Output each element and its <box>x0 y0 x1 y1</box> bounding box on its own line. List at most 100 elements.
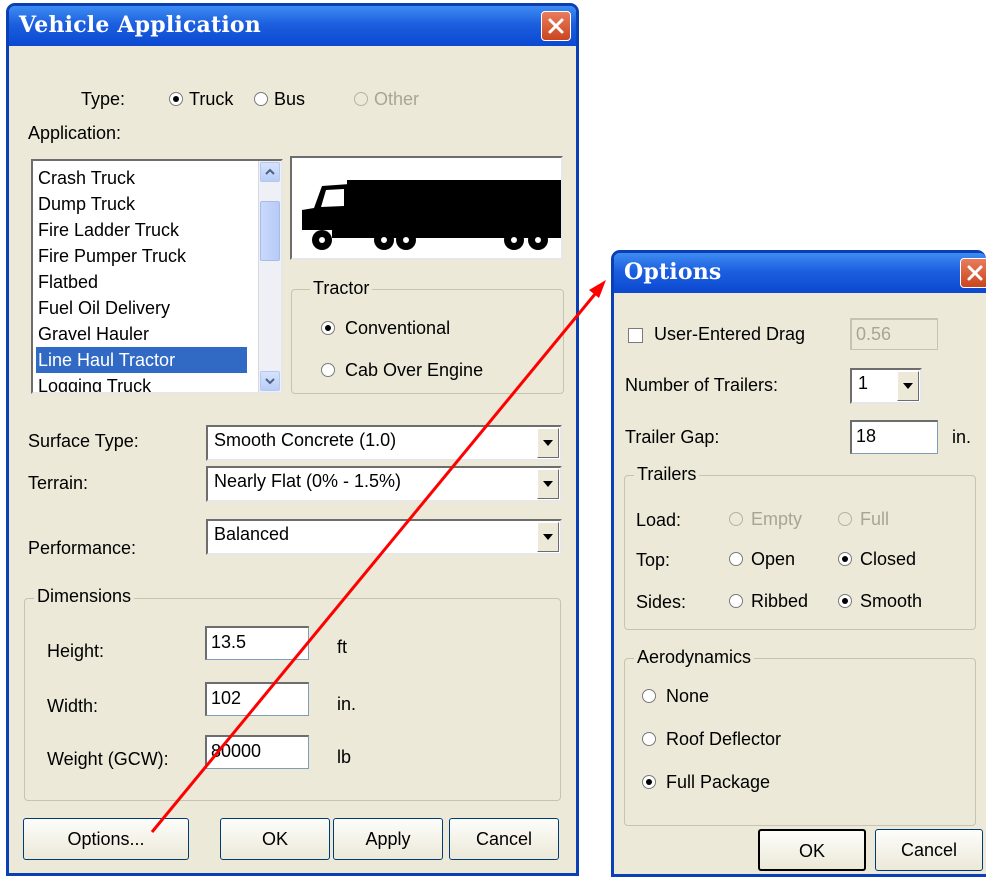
list-item[interactable]: Fire Pumper Truck <box>36 243 186 269</box>
aero-none-label[interactable]: None <box>666 686 709 707</box>
trailer-gap-input[interactable]: 18 <box>850 420 938 454</box>
surface-type-value: Smooth Concrete (1.0) <box>214 430 397 450</box>
load-label: Load: <box>636 510 682 530</box>
type-bus-label[interactable]: Bus <box>274 89 305 110</box>
list-item-selected[interactable]: Line Haul Tractor <box>36 347 247 373</box>
list-item[interactable]: Flatbed <box>36 269 98 295</box>
weight-label: Weight (GCW): <box>47 749 169 769</box>
sides-smooth-label[interactable]: Smooth <box>860 591 922 612</box>
load-full-radio <box>838 512 852 526</box>
performance-value: Balanced <box>214 524 290 544</box>
title-bar[interactable]: Vehicle Application <box>9 6 576 46</box>
list-item[interactable]: Crash Truck <box>36 165 135 191</box>
scroll-down-button[interactable] <box>260 371 280 391</box>
aerodynamics-group-label: Aerodynamics <box>634 647 755 668</box>
dimensions-group-label: Dimensions <box>34 586 135 607</box>
number-of-trailers-value: 1 <box>858 373 869 393</box>
vehicle-preview-image <box>290 156 563 260</box>
tractor-conventional-radio[interactable] <box>321 321 335 335</box>
type-truck-label[interactable]: Truck <box>189 89 233 110</box>
list-item[interactable]: Dump Truck <box>36 191 135 217</box>
close-icon <box>548 18 564 34</box>
top-open-label[interactable]: Open <box>751 549 795 570</box>
number-of-trailers-select[interactable]: 1 <box>850 368 922 404</box>
scroll-thumb[interactable] <box>260 201 280 261</box>
list-item[interactable]: Gravel Hauler <box>36 321 149 347</box>
options-cancel-button[interactable]: Cancel <box>875 829 983 871</box>
sides-ribbed-label[interactable]: Ribbed <box>751 591 808 612</box>
chevron-down-icon[interactable] <box>537 469 559 499</box>
weight-unit: lb <box>337 747 352 767</box>
scroll-up-button[interactable] <box>260 162 280 182</box>
tractor-group-label: Tractor <box>310 278 373 299</box>
surface-type-label: Surface Type: <box>28 431 139 451</box>
type-other-radio <box>354 92 368 106</box>
options-button[interactable]: Options... <box>23 818 189 860</box>
height-label: Height: <box>47 641 105 661</box>
application-label: Application: <box>28 123 122 143</box>
top-open-radio[interactable] <box>729 552 743 566</box>
aero-roof-deflector-radio[interactable] <box>642 732 656 746</box>
load-empty-label: Empty <box>751 509 803 529</box>
type-other-label: Other <box>374 89 420 109</box>
aero-none-radio[interactable] <box>642 689 656 703</box>
chevron-down-icon[interactable] <box>537 522 559 552</box>
trailers-group-label: Trailers <box>634 464 700 485</box>
top-closed-radio[interactable] <box>838 552 852 566</box>
trailer-gap-label: Trailer Gap: <box>625 427 720 447</box>
width-input[interactable]: 102 <box>205 682 309 716</box>
options-title-bar[interactable]: Options <box>614 253 986 293</box>
top-closed-label[interactable]: Closed <box>860 549 916 570</box>
options-close-button[interactable] <box>960 258 986 288</box>
sides-smooth-radio[interactable] <box>838 594 852 608</box>
dialog-title: Vehicle Application <box>19 12 261 38</box>
load-empty-radio <box>729 512 743 526</box>
sides-ribbed-radio[interactable] <box>729 594 743 608</box>
tractor-conventional-label[interactable]: Conventional <box>345 318 450 339</box>
application-list[interactable]: Crash Truck Dump Truck Fire Ladder Truck… <box>31 159 283 394</box>
vehicle-application-dialog: Vehicle Application Type: Truck Bus Othe… <box>6 3 579 876</box>
height-unit: ft <box>337 637 348 657</box>
top-label: Top: <box>636 550 671 570</box>
options-dialog: Options User-Entered Drag 0.56 Number of… <box>611 250 986 877</box>
options-ok-button[interactable]: OK <box>758 829 866 871</box>
ok-button[interactable]: OK <box>220 818 330 860</box>
number-of-trailers-label: Number of Trailers: <box>625 375 779 395</box>
width-label: Width: <box>47 696 99 716</box>
user-drag-checkbox[interactable] <box>628 328 643 343</box>
apply-button[interactable]: Apply <box>333 818 443 860</box>
load-full-label: Full <box>860 509 890 529</box>
cancel-button[interactable]: Cancel <box>449 818 559 860</box>
terrain-label: Terrain: <box>28 473 89 493</box>
list-item[interactable]: Fire Ladder Truck <box>36 217 179 243</box>
user-drag-label[interactable]: User-Entered Drag <box>654 324 805 345</box>
truck-silhouette-icon <box>302 180 561 250</box>
terrain-value: Nearly Flat (0% - 1.5%) <box>214 471 402 491</box>
type-bus-radio[interactable] <box>254 92 268 106</box>
weight-input[interactable]: 80000 <box>205 735 309 769</box>
list-scrollbar[interactable] <box>258 161 281 392</box>
width-unit: in. <box>337 694 357 714</box>
aero-full-package-radio[interactable] <box>642 775 656 789</box>
tractor-cab-over-radio[interactable] <box>321 363 335 377</box>
height-input[interactable]: 13.5 <box>205 626 309 660</box>
close-button[interactable] <box>541 11 571 41</box>
aero-roof-deflector-label[interactable]: Roof Deflector <box>666 729 781 750</box>
user-drag-input: 0.56 <box>850 318 938 350</box>
trailer-gap-unit: in. <box>952 427 972 447</box>
tractor-cab-over-label[interactable]: Cab Over Engine <box>345 360 483 381</box>
type-truck-radio[interactable] <box>169 92 183 106</box>
chevron-down-icon[interactable] <box>537 428 559 458</box>
close-icon <box>967 265 983 281</box>
list-item[interactable]: Fuel Oil Delivery <box>36 295 170 321</box>
list-item[interactable]: Logging Truck <box>36 373 151 392</box>
aero-full-package-label[interactable]: Full Package <box>666 772 770 793</box>
performance-select[interactable]: Balanced <box>206 519 562 555</box>
terrain-select[interactable]: Nearly Flat (0% - 1.5%) <box>206 466 562 502</box>
chevron-up-icon <box>265 168 275 175</box>
type-label: Type: <box>81 89 126 109</box>
options-dialog-title: Options <box>624 259 722 285</box>
surface-type-select[interactable]: Smooth Concrete (1.0) <box>206 425 562 461</box>
chevron-down-icon[interactable] <box>897 371 919 401</box>
sides-label: Sides: <box>636 592 687 612</box>
